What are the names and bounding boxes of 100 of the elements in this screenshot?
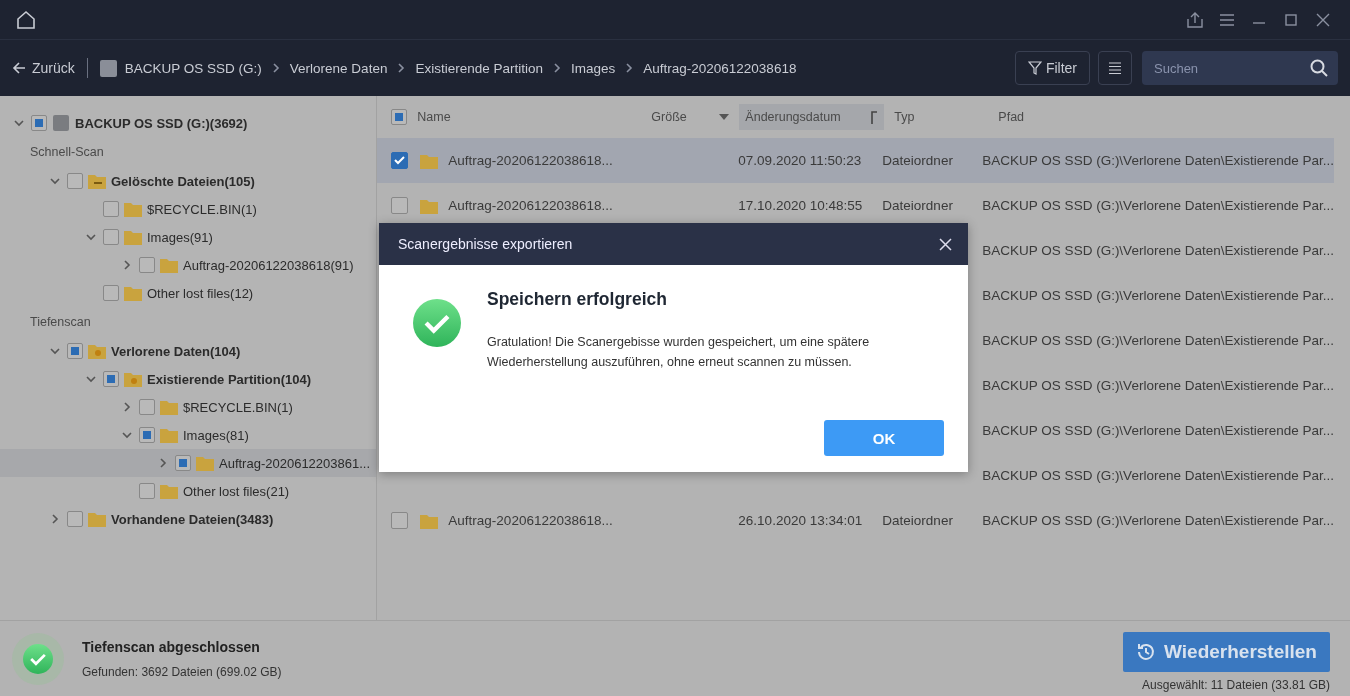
checkbox[interactable] (391, 512, 409, 529)
search-icon[interactable] (1310, 59, 1328, 77)
checkbox[interactable] (67, 173, 83, 189)
lost-folder-icon (124, 371, 142, 387)
path-cell: BACKUP OS SSD (G:)\Verlorene Daten\Existierende Par... (982, 333, 1334, 348)
folder-icon (124, 229, 142, 245)
type-cell-text: Dateiordner (882, 513, 954, 528)
search-bar[interactable]: Suchen (1142, 51, 1338, 85)
chevron-right-icon[interactable] (49, 513, 61, 525)
tree-item-label[interactable]: Other lost files(21) (183, 483, 290, 499)
section-label: Schnell-Scan (30, 145, 104, 159)
sort-icon[interactable] (870, 110, 879, 124)
home-icon[interactable] (16, 9, 36, 30)
file-row[interactable]: Auftrag-20206122038618... 17.10.2020 10:48:55 Dateiordner BACKUP OS SSD (G:)\Verlorene Daten\Existierende Par... (377, 183, 1334, 228)
checkbox[interactable] (67, 511, 83, 527)
folder-icon (420, 512, 439, 529)
tree-item-label[interactable]: BACKUP OS SSD (G:)(3692) (75, 115, 248, 131)
chevron-down-icon[interactable] (121, 429, 133, 441)
checkbox[interactable] (67, 343, 83, 359)
column-header[interactable]: Größe (651, 110, 687, 124)
column-header[interactable]: Änderungsdatum (745, 110, 841, 124)
column-header[interactable]: Name (417, 110, 451, 124)
breadcrumb-item[interactable]: Existierende Partition (415, 60, 543, 76)
chevron-right-icon[interactable] (121, 401, 133, 413)
column-header[interactable]: Pfad (998, 110, 1025, 124)
chevron-right-icon[interactable] (121, 259, 133, 271)
checkbox[interactable] (103, 285, 119, 301)
drive-icon (52, 114, 70, 132)
list-view-button[interactable] (1098, 51, 1132, 85)
type-cell-text: Dateiordner (882, 153, 954, 168)
checkbox[interactable] (391, 197, 409, 214)
checkbox[interactable] (139, 257, 155, 273)
check-icon (394, 156, 406, 165)
file-name[interactable]: Auftrag-20206122038618... (448, 513, 739, 528)
filter-button[interactable]: Filter (1014, 51, 1090, 85)
path-cell: BACKUP OS SSD (G:)\Verlorene Daten\Existierende Par... (982, 513, 1334, 528)
breadcrumb-item[interactable]: Images (571, 60, 616, 76)
close-icon[interactable] (939, 237, 952, 251)
tree-item-label[interactable]: $RECYCLE.BIN(1) (183, 399, 293, 415)
back-button[interactable]: Zurück (12, 60, 75, 76)
selection-summary: Ausgewählt: 11 Dateien (33.81 GB) (1142, 677, 1330, 692)
path-cell: BACKUP OS SSD (G:)\Verlorene Daten\Existierende Par... (982, 153, 1334, 168)
checkbox[interactable] (103, 371, 119, 387)
recover-button[interactable]: Wiederherstellen (1123, 631, 1330, 672)
checkbox[interactable] (103, 201, 119, 217)
chevron-down-icon[interactable] (85, 373, 97, 385)
tree-item-label[interactable]: Auftrag-2020612203861... (219, 455, 371, 471)
folder-icon (420, 152, 439, 169)
status-title: Tiefenscan abgeschlossen (82, 638, 261, 655)
sorted-column-header[interactable]: Änderungsdatum (739, 104, 885, 130)
chevron-down-icon[interactable] (85, 231, 97, 243)
export-icon[interactable] (1186, 10, 1204, 29)
file-name[interactable]: Auftrag-20206122038618... (448, 153, 739, 168)
checkbox[interactable] (31, 115, 47, 131)
breadcrumb-item[interactable]: Verlorene Daten (289, 60, 388, 76)
select-all-checkbox[interactable] (391, 109, 408, 125)
breadcrumb-item[interactable]: Auftrag-20206122038618 (643, 60, 797, 76)
success-check-icon (413, 299, 461, 347)
column-header[interactable]: Typ (894, 110, 915, 124)
filter-icon (1027, 61, 1042, 75)
path-cell: BACKUP OS SSD (G:)\Verlorene Daten\Existierende Par... (982, 378, 1334, 393)
search-input[interactable]: Suchen (1152, 59, 1310, 77)
folder-icon (160, 483, 178, 499)
folder-icon (160, 427, 178, 443)
file-row[interactable]: Auftrag-20206122038618... 26.10.2020 13:34:01 Dateiordner BACKUP OS SSD (G:)\Verlorene Daten\Existierende Par... (377, 498, 1334, 543)
dropdown-caret-icon[interactable] (719, 114, 730, 120)
checkbox[interactable] (139, 399, 155, 415)
file-row[interactable]: Auftrag-20206122038618... 07.09.2020 11:50:23 Dateiordner BACKUP OS SSD (G:)\Verlorene Daten\Existierende Par... (377, 138, 1334, 183)
tree-item[interactable]: Auftrag-2020612203861... (0, 449, 377, 477)
checkbox[interactable] (103, 229, 119, 245)
tree-item-label[interactable]: Images(91) (147, 229, 213, 245)
tree-item-label[interactable]: Other lost files(12) (147, 285, 254, 301)
tree-item-label[interactable]: Images(81) (183, 427, 249, 443)
folder-icon (160, 399, 178, 415)
folder-icon (420, 197, 439, 214)
tree-item-label[interactable]: Existierende Partition(104) (147, 371, 311, 387)
section-label: Tiefenscan (30, 315, 91, 329)
breadcrumb-item[interactable]: BACKUP OS SSD (G:) (124, 60, 262, 76)
chevron-right-icon[interactable] (157, 457, 169, 469)
list-icon (1108, 61, 1122, 75)
status-detail: Gefunden: 3692 Dateien (699.02 GB) (82, 664, 282, 679)
chevron-down-icon[interactable] (49, 175, 61, 187)
tree-item-label[interactable]: Vorhandene Dateien(3483) (111, 511, 274, 527)
path-cell: BACKUP OS SSD (G:)\Verlorene Daten\Existierende Par... (982, 468, 1334, 483)
lost-folder-icon (88, 343, 106, 359)
tree-item-label[interactable]: Verlorene Daten(104) (111, 343, 241, 359)
checkbox[interactable] (175, 455, 191, 471)
chevron-right-icon[interactable] (551, 62, 563, 74)
checkbox[interactable] (139, 483, 155, 499)
tree-item-label[interactable]: $RECYCLE.BIN(1) (147, 201, 257, 217)
path-cell: BACKUP OS SSD (G:)\Verlorene Daten\Existierende Par... (982, 198, 1334, 213)
checkbox[interactable] (391, 152, 409, 169)
tree-item-label[interactable]: Auftrag-20206122038618(91) (183, 257, 354, 273)
chevron-down-icon[interactable] (13, 117, 25, 129)
tree-item-label[interactable]: Gelöschte Dateien(105) (111, 173, 255, 189)
chevron-down-icon[interactable] (49, 345, 61, 357)
checkbox[interactable] (139, 427, 155, 443)
deleted-folder-icon (88, 173, 106, 189)
file-name[interactable]: Auftrag-20206122038618... (448, 198, 739, 213)
dialog-message: Gratulation! Die Scanergebisse wurden gespeichert, um eine spätere Wiederherstellung auszuführen, ohne erneut scannen zu müssen. (487, 334, 871, 371)
